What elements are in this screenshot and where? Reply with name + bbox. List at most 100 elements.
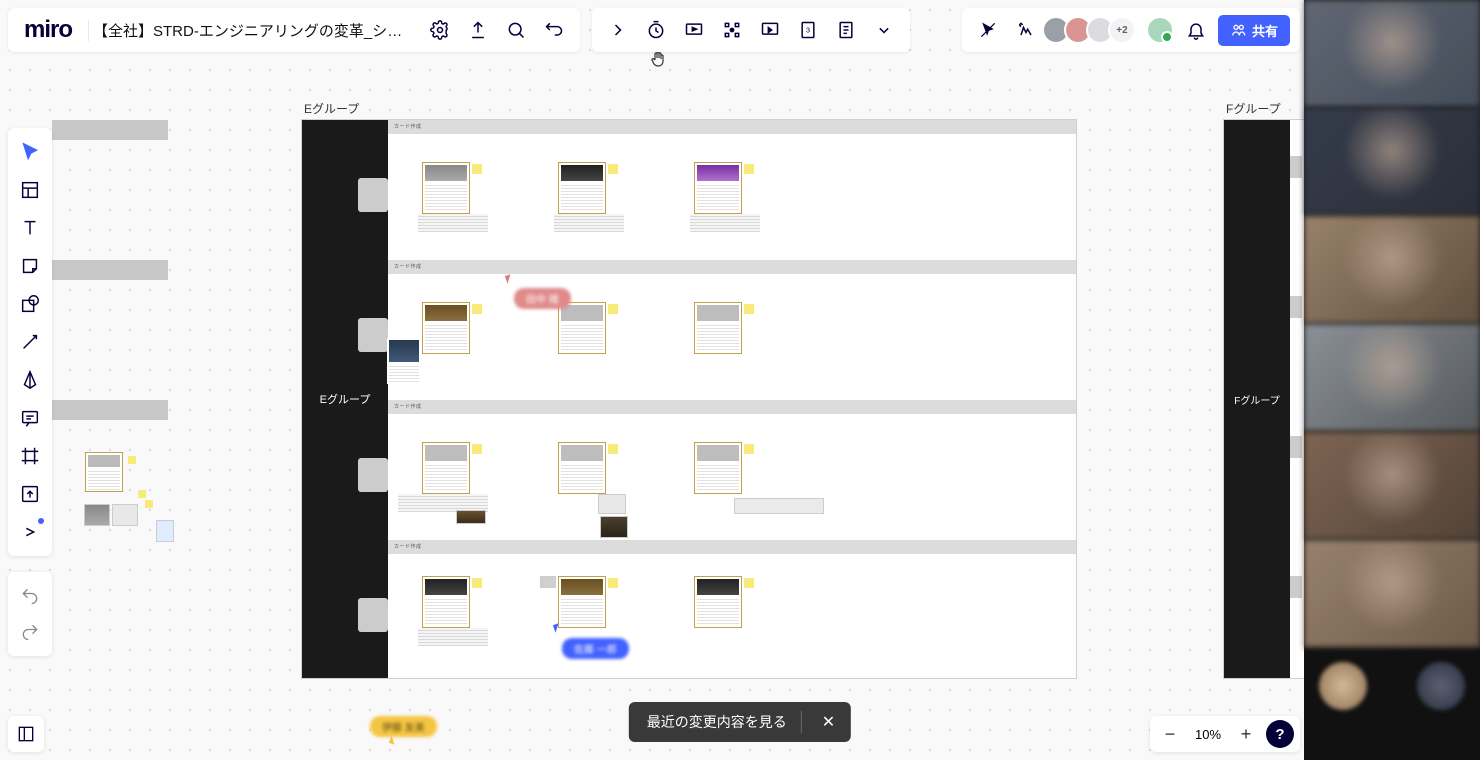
board-card[interactable] xyxy=(558,576,606,628)
sticky-note[interactable] xyxy=(744,164,754,174)
comment-tool[interactable] xyxy=(12,400,48,436)
frame-e-group[interactable]: Eグループ カード作成 カード作成 カード作成 xyxy=(302,120,1076,678)
text-tool[interactable] xyxy=(12,210,48,246)
sticky-note[interactable] xyxy=(472,444,482,454)
miro-logo[interactable]: miro xyxy=(18,16,78,44)
chevron-right-icon[interactable] xyxy=(602,14,634,46)
help-button[interactable]: ? xyxy=(1266,720,1294,748)
divider xyxy=(801,711,802,733)
board-card[interactable] xyxy=(422,302,470,354)
current-user-avatar[interactable] xyxy=(1146,16,1174,44)
presentation-icon[interactable] xyxy=(678,14,710,46)
share-label: 共有 xyxy=(1252,21,1278,40)
board-card[interactable] xyxy=(694,576,742,628)
notes-icon[interactable] xyxy=(830,14,862,46)
frame-label-e[interactable]: Eグループ xyxy=(304,100,359,117)
timer-icon[interactable] xyxy=(640,14,672,46)
zoom-level[interactable]: 10% xyxy=(1190,727,1226,742)
collaborator-label: 佐藤 一郎 xyxy=(562,638,629,659)
zoom-panel: − 10% + ? xyxy=(1150,716,1300,752)
chevron-down-icon[interactable] xyxy=(868,14,900,46)
sticky-note[interactable] xyxy=(744,578,754,588)
switch-icon[interactable] xyxy=(538,14,570,46)
board-title[interactable]: 【全社】STRD-エンジニアリングの変革_シグ... xyxy=(88,20,418,41)
pen-tool[interactable] xyxy=(12,362,48,398)
board-card[interactable] xyxy=(387,338,421,384)
avatar-overflow[interactable]: +2 xyxy=(1108,16,1136,44)
frame-f-group[interactable]: Fグループ xyxy=(1224,120,1304,678)
board-card[interactable] xyxy=(422,442,470,494)
attachment[interactable] xyxy=(84,504,110,526)
mini-card[interactable] xyxy=(85,452,123,492)
attachment[interactable] xyxy=(734,498,824,514)
open-frames-button[interactable] xyxy=(8,716,44,752)
video-bottom-row xyxy=(1304,648,1480,760)
sticky-note[interactable] xyxy=(608,578,618,588)
video-tile[interactable] xyxy=(1304,540,1480,648)
toast-message[interactable]: 最近の変更内容を見る xyxy=(647,712,787,732)
sticky-note[interactable] xyxy=(128,456,136,464)
video-avatar[interactable] xyxy=(1319,662,1367,710)
sticky-note[interactable] xyxy=(744,444,754,454)
share-button[interactable]: 共有 xyxy=(1218,15,1290,46)
video-tile[interactable] xyxy=(1304,108,1480,216)
sticky-note[interactable] xyxy=(608,164,618,174)
attachment[interactable] xyxy=(112,504,138,526)
shape-tool[interactable] xyxy=(12,286,48,322)
board-card[interactable] xyxy=(558,162,606,214)
voting-icon[interactable]: 3 xyxy=(792,14,824,46)
sticky-note[interactable] xyxy=(145,500,153,508)
board-card[interactable] xyxy=(422,162,470,214)
video-avatar[interactable] xyxy=(1417,662,1465,710)
board-card[interactable] xyxy=(694,442,742,494)
svg-text:3: 3 xyxy=(806,26,810,35)
sticky-note[interactable] xyxy=(608,444,618,454)
board-card[interactable] xyxy=(422,576,470,628)
sticky-tool[interactable] xyxy=(12,248,48,284)
sticky-note[interactable] xyxy=(472,578,482,588)
row-label xyxy=(358,318,388,352)
video-tile[interactable] xyxy=(1304,324,1480,432)
board-card[interactable] xyxy=(694,302,742,354)
video-tile[interactable] xyxy=(1304,0,1480,108)
collaborator-avatars[interactable]: +2 xyxy=(1048,16,1136,44)
templates-tool[interactable] xyxy=(12,172,48,208)
frame-tool[interactable] xyxy=(12,438,48,474)
attachment[interactable] xyxy=(156,520,174,542)
canvas[interactable]: Eグループ Fグループ Eグループ カード作成 カード作成 カード xyxy=(0,0,1304,760)
settings-icon[interactable] xyxy=(424,14,456,46)
redo-button[interactable] xyxy=(12,614,48,650)
zoom-in-button[interactable]: + xyxy=(1232,720,1260,748)
frame-label-f[interactable]: Fグループ xyxy=(1226,100,1281,117)
attachment[interactable] xyxy=(456,510,486,524)
section-heading: カード作成 xyxy=(388,540,1076,554)
sticky-note[interactable] xyxy=(744,304,754,314)
board-card[interactable] xyxy=(694,162,742,214)
cursor-toggle-icon[interactable] xyxy=(972,14,1004,46)
attachment[interactable] xyxy=(598,494,626,514)
zoom-out-button[interactable]: − xyxy=(1156,720,1184,748)
screen-share-icon[interactable] xyxy=(754,14,786,46)
attention-icon[interactable] xyxy=(716,14,748,46)
attachment[interactable] xyxy=(540,576,556,588)
upload-tool[interactable] xyxy=(12,476,48,512)
video-tile[interactable] xyxy=(1304,432,1480,540)
sticky-note[interactable] xyxy=(138,490,146,498)
sticky-note[interactable] xyxy=(472,164,482,174)
bell-icon[interactable] xyxy=(1180,14,1212,46)
card-text xyxy=(690,214,760,232)
select-tool[interactable] xyxy=(12,134,48,170)
undo-button[interactable] xyxy=(12,578,48,614)
sticky-note[interactable] xyxy=(472,304,482,314)
export-icon[interactable] xyxy=(462,14,494,46)
board-card[interactable] xyxy=(558,442,606,494)
line-tool[interactable] xyxy=(12,324,48,360)
board-card[interactable] xyxy=(558,302,606,354)
video-tile[interactable] xyxy=(1304,216,1480,324)
sticky-note[interactable] xyxy=(608,304,618,314)
search-icon[interactable] xyxy=(500,14,532,46)
reactions-icon[interactable] xyxy=(1010,14,1042,46)
close-icon[interactable]: ✕ xyxy=(816,712,841,732)
more-tools[interactable] xyxy=(12,514,48,550)
attachment[interactable] xyxy=(600,516,628,538)
